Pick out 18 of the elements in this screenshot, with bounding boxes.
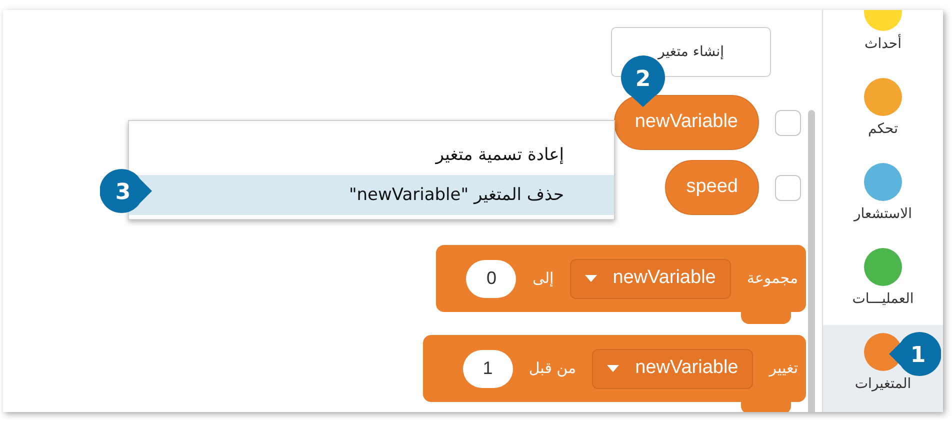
- block-label: تغيير: [769, 358, 798, 380]
- menu-item[interactable]: حذف المتغير "newVariable": [129, 175, 614, 215]
- block-label: مجموعة: [746, 268, 798, 290]
- checkbox[interactable]: [775, 110, 801, 136]
- scrollbar-thumb[interactable]: [808, 110, 815, 412]
- caret-icon: [607, 365, 620, 372]
- callout-marker: 3: [100, 168, 152, 214]
- number-field[interactable]: 0: [466, 260, 516, 298]
- checkbox[interactable]: [775, 174, 801, 200]
- category-item[interactable]: الاستشعار: [823, 155, 943, 240]
- block-label: من قبل: [528, 358, 576, 380]
- category-item[interactable]: تحكم: [823, 70, 943, 155]
- caret-icon: [584, 275, 597, 282]
- number-field[interactable]: 1: [462, 350, 513, 388]
- callout-marker: 1: [889, 331, 941, 377]
- category-item[interactable]: العمليـــات: [823, 240, 943, 325]
- block-label: إلى: [532, 268, 554, 290]
- category-item[interactable]: أحداث: [823, 10, 943, 70]
